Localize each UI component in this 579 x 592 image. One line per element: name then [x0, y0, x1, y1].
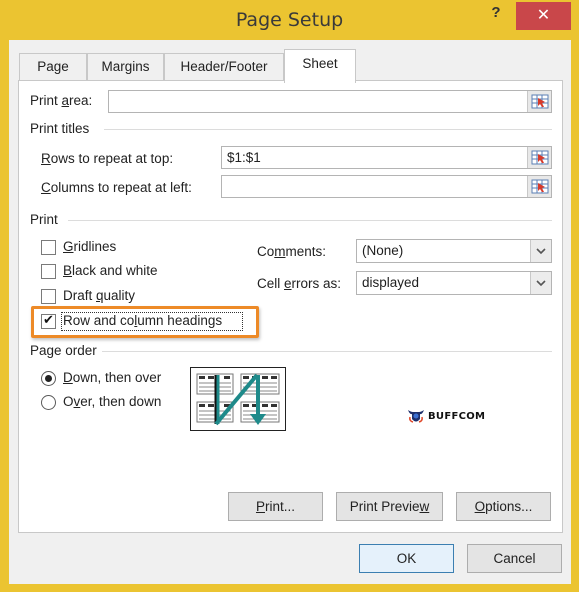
- cell-errors-label: Cell errors as:: [257, 276, 342, 291]
- print-divider: [68, 220, 552, 221]
- row-column-headings-label[interactable]: Row and column headings: [63, 313, 222, 328]
- range-select-icon: [531, 179, 548, 194]
- print-titles-divider: [104, 129, 552, 130]
- tab-margins[interactable]: Margins: [87, 53, 164, 81]
- down-then-over-radio[interactable]: [41, 371, 56, 386]
- print-titles-heading: Print titles: [30, 121, 90, 136]
- print-button[interactable]: Print...: [228, 492, 323, 521]
- page-order-preview: [190, 367, 286, 431]
- rows-to-repeat-value: $1:$1: [227, 150, 261, 165]
- print-heading: Print: [30, 212, 58, 227]
- page-order-diagram-icon: [196, 373, 280, 426]
- black-and-white-label[interactable]: Black and white: [63, 263, 158, 278]
- black-and-white-checkbox[interactable]: [41, 264, 56, 279]
- page-order-divider: [102, 351, 552, 352]
- collapse-dialog-button[interactable]: [527, 147, 551, 168]
- close-button[interactable]: ✕: [516, 2, 571, 30]
- down-then-over-label[interactable]: Down, then over: [63, 370, 161, 385]
- over-then-down-label[interactable]: Over, then down: [63, 394, 161, 409]
- comments-label: Comments:: [257, 244, 327, 259]
- draft-quality-label[interactable]: Draft quality: [63, 288, 135, 303]
- columns-to-repeat-label: Columns to repeat at left:: [41, 180, 192, 195]
- collapse-dialog-button[interactable]: [527, 176, 551, 197]
- tab-page[interactable]: Page: [19, 53, 87, 81]
- chevron-down-icon[interactable]: [530, 240, 551, 262]
- comments-select[interactable]: (None): [356, 239, 552, 263]
- cell-errors-value: displayed: [362, 275, 420, 290]
- gridlines-checkbox[interactable]: [41, 240, 56, 255]
- page-setup-dialog: Page Setup ? ✕ Page Margins Header/Foote…: [0, 0, 579, 592]
- columns-to-repeat-input[interactable]: [221, 175, 552, 198]
- help-button[interactable]: ?: [484, 2, 508, 24]
- cancel-button[interactable]: Cancel: [467, 544, 562, 573]
- watermark-text: BUFFCOM: [428, 410, 486, 422]
- rows-to-repeat-label: Rows to repeat at top:: [41, 151, 174, 166]
- page-order-heading: Page order: [30, 343, 97, 358]
- tab-header-footer[interactable]: Header/Footer: [164, 53, 284, 81]
- chevron-down-icon[interactable]: [530, 272, 551, 294]
- range-select-icon: [531, 94, 548, 109]
- rows-to-repeat-input[interactable]: $1:$1: [221, 146, 552, 169]
- options-button[interactable]: Options...: [456, 492, 551, 521]
- row-column-headings-checkbox[interactable]: [41, 312, 56, 329]
- print-preview-button[interactable]: Print Preview: [336, 492, 443, 521]
- range-select-icon: [531, 150, 548, 165]
- print-area-input[interactable]: [108, 90, 552, 113]
- bull-logo-icon: [408, 410, 424, 423]
- draft-quality-checkbox[interactable]: [41, 289, 56, 304]
- print-area-label: Print area:: [30, 93, 93, 108]
- over-then-down-radio[interactable]: [41, 395, 56, 410]
- watermark-logo: BUFFCOM: [407, 408, 485, 424]
- comments-value: (None): [362, 243, 404, 258]
- title-bar[interactable]: Page Setup ? ✕: [0, 0, 579, 40]
- gridlines-label[interactable]: Gridlines: [63, 239, 116, 254]
- collapse-dialog-button[interactable]: [527, 91, 551, 112]
- ok-button[interactable]: OK: [359, 544, 454, 573]
- tab-sheet[interactable]: Sheet: [284, 49, 356, 83]
- cell-errors-select[interactable]: displayed: [356, 271, 552, 295]
